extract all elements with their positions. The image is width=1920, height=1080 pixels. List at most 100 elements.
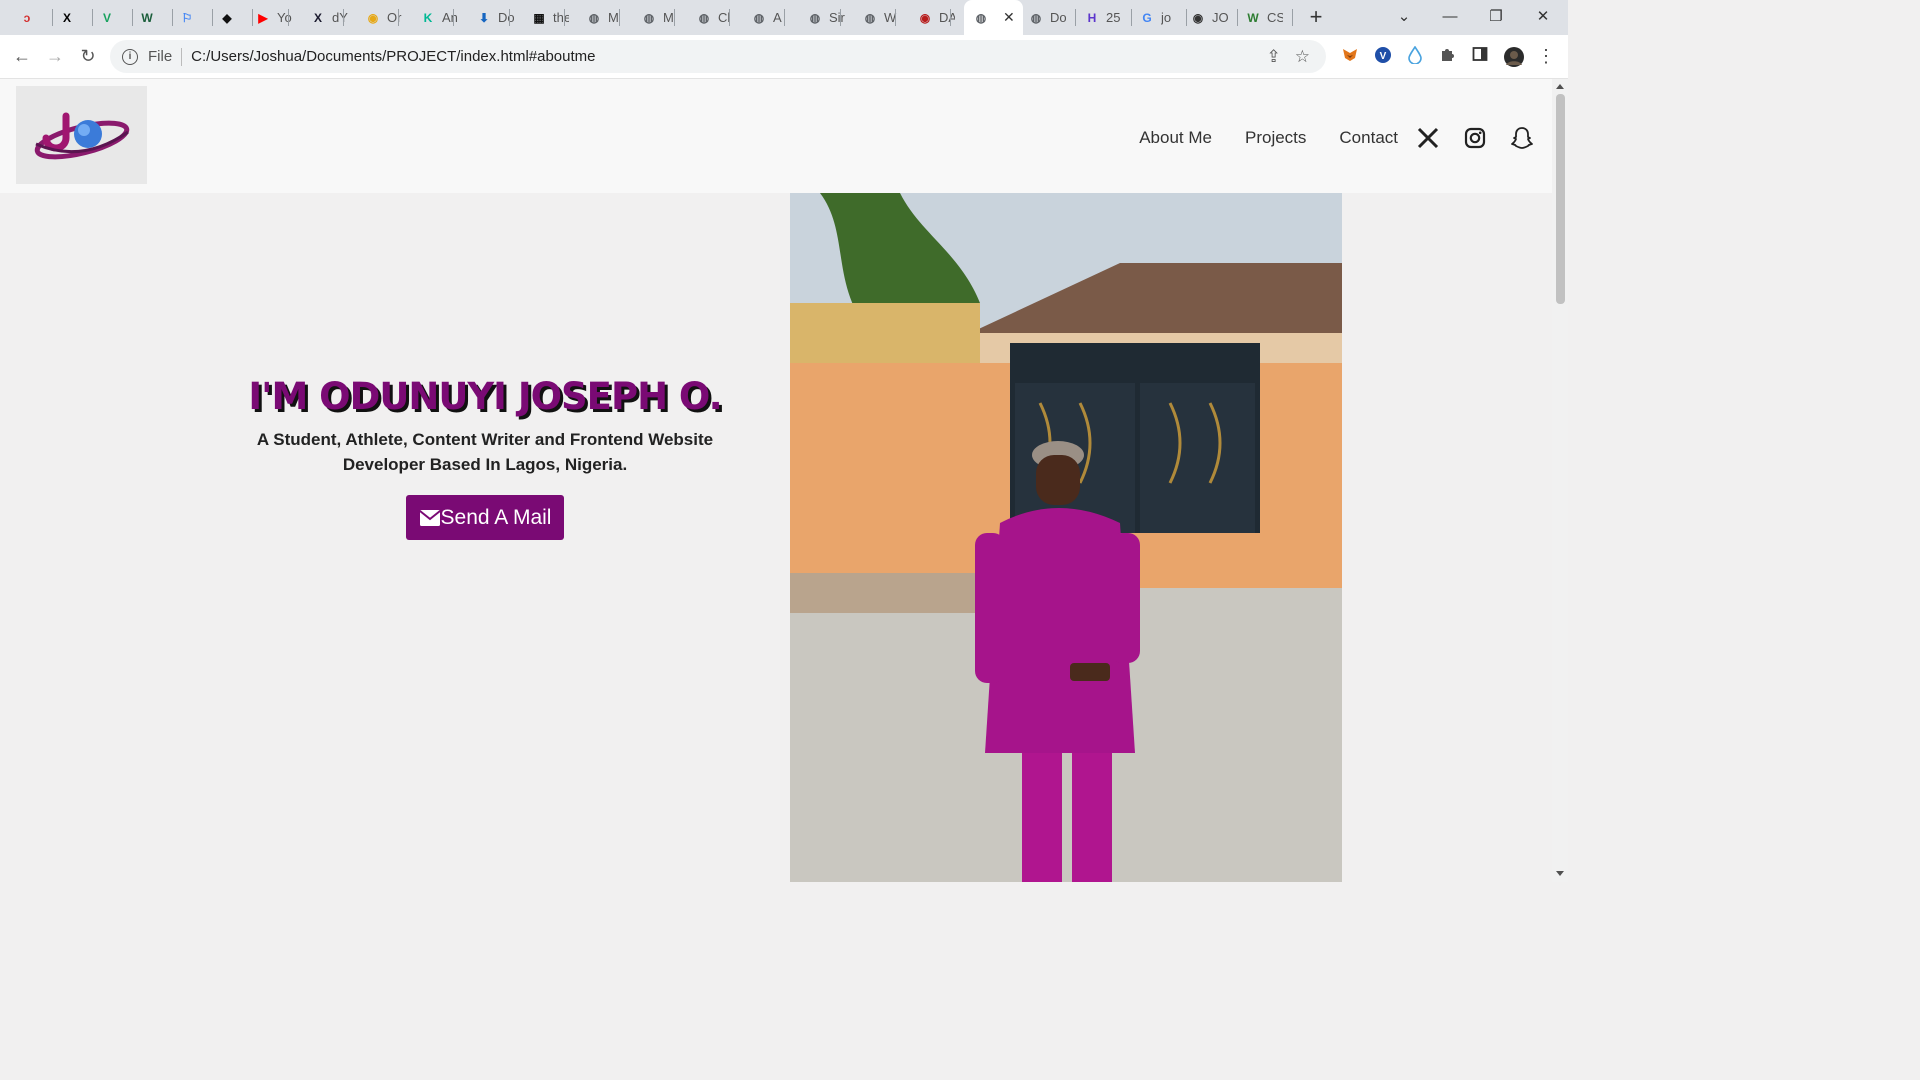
tab-favicon-icon: ⚐ (181, 10, 193, 25)
tab-favicon-icon: W (1247, 10, 1259, 25)
tab-favicon-icon: ◉ (919, 10, 931, 25)
tab-favicon-icon: ◆ (222, 10, 232, 25)
tab-favicon-icon: ◍ (643, 10, 655, 25)
scrollbar-thumb[interactable] (1556, 94, 1565, 304)
tab-favicon-icon: ▶ (258, 10, 268, 25)
close-tab-icon[interactable]: ✕ (1003, 9, 1015, 26)
tab-favicon-icon: X (313, 10, 322, 25)
nav-projects[interactable]: Projects (1245, 128, 1306, 148)
vpn-icon[interactable]: V (1373, 46, 1393, 66)
tab-favicon-icon: ◍ (975, 10, 987, 25)
tab-favicon-icon: ◍ (698, 10, 710, 25)
profile-avatar[interactable] (1503, 46, 1524, 67)
scroll-up-arrow[interactable] (1556, 84, 1564, 89)
close-window-button[interactable]: ✕ (1520, 4, 1566, 30)
browser-tab[interactable]: Gjo (1138, 4, 1177, 31)
scroll-down-arrow[interactable] (1556, 871, 1564, 876)
browser-tab[interactable]: ◍ Do (1027, 4, 1066, 31)
tab-title: Do (1050, 10, 1066, 25)
send-mail-button[interactable]: Send A Mail (405, 495, 565, 540)
url-text[interactable]: C:/Users/Joshua/Documents/PROJECT/index.… (191, 48, 595, 65)
tab-separator (52, 9, 53, 26)
kebab-menu-icon[interactable]: ⋮ (1536, 46, 1556, 66)
tab-separator (895, 9, 896, 26)
tab-title: jo (1161, 10, 1172, 25)
tab-favicon-icon: K (423, 10, 433, 25)
tab-favicon-icon: ◍ (1030, 10, 1042, 25)
tab-favicon-icon: W (141, 10, 153, 25)
tab-separator (509, 9, 510, 26)
tab-title: dY (332, 10, 348, 25)
tab-title: A (773, 10, 782, 25)
tab-list-button[interactable]: ⌄ (1381, 4, 1427, 30)
back-button[interactable]: ← (10, 44, 34, 68)
site-header: About Me Projects Contact (0, 79, 1552, 193)
tab-favicon-icon: ◍ (753, 10, 765, 25)
tab-title: M (663, 10, 674, 25)
share-icon[interactable]: ⇪ (1267, 47, 1281, 67)
tab-separator (453, 9, 454, 26)
hero-section: I'M ODUNUYI JOSEPH O. A Student, Athlete… (196, 375, 774, 540)
tab-separator (132, 9, 133, 26)
browser-tab[interactable]: ◉ JO (1189, 4, 1228, 31)
bookmark-star-icon[interactable]: ☆ (1295, 47, 1310, 67)
tab-title: Sir (829, 10, 845, 25)
tab-title: the (553, 10, 569, 25)
tab-separator (674, 9, 675, 26)
tab-separator (212, 9, 213, 26)
browser-tab[interactable]: W (138, 4, 156, 31)
browser-tab[interactable]: ◆ (218, 4, 236, 31)
tab-favicon-icon: ◉ (1192, 10, 1204, 25)
x-icon[interactable] (1416, 126, 1440, 150)
tab-favicon-icon: ▦ (533, 10, 545, 25)
tab-title: CS (1267, 10, 1283, 25)
puzzle-icon[interactable] (1438, 46, 1458, 66)
browser-tab[interactable]: X (58, 4, 76, 31)
page-scrollbar[interactable] (1552, 79, 1568, 882)
new-tab-button[interactable]: + (1304, 4, 1328, 30)
tab-separator (729, 9, 730, 26)
tab-favicon-icon: H (1087, 10, 1097, 25)
snapchat-icon[interactable] (1510, 126, 1534, 150)
restore-button[interactable]: ❐ (1473, 4, 1519, 30)
forward-button[interactable]: → (43, 44, 67, 68)
tab-favicon-icon: ⬇ (478, 10, 490, 25)
browser-tab[interactable]: V (98, 4, 116, 31)
reload-button[interactable]: ↻ (76, 44, 100, 68)
svg-text:V: V (1380, 51, 1387, 62)
site-info-icon[interactable]: i (122, 48, 138, 65)
active-browser-tab[interactable]: ◍ ✕ (964, 0, 1023, 35)
tab-separator (1237, 9, 1238, 26)
browser-tab[interactable]: ⚐ (178, 4, 196, 31)
site-logo[interactable] (16, 86, 147, 184)
tab-title: Do (498, 10, 514, 25)
send-mail-label: Send A Mail (440, 505, 552, 529)
nav-contact[interactable]: Contact (1339, 128, 1398, 148)
hero-title: I'M ODUNUYI JOSEPH O. (248, 375, 722, 418)
tab-separator (252, 9, 253, 26)
tab-separator (172, 9, 173, 26)
tab-separator (1186, 9, 1187, 26)
tab-separator (784, 9, 785, 26)
sidepanel-icon[interactable] (1470, 46, 1490, 66)
browser-tab[interactable]: H 25 (1083, 4, 1122, 31)
address-bar[interactable]: i File C:/Users/Joshua/Documents/PROJECT… (110, 40, 1326, 73)
nav-about-me[interactable]: About Me (1139, 128, 1212, 148)
minimize-button[interactable]: — (1427, 4, 1473, 30)
tab-separator (288, 9, 289, 26)
omnibox-divider (181, 47, 183, 66)
droplet-icon[interactable] (1405, 45, 1425, 66)
tab-separator (1292, 9, 1293, 26)
instagram-icon[interactable] (1463, 126, 1487, 150)
browser-tab[interactable]: W CS (1244, 4, 1283, 31)
tab-separator (1131, 9, 1132, 26)
browser-tab[interactable]: ↄ (18, 4, 36, 31)
hero-subtitle: A Student, Athlete, Content Writer and F… (256, 430, 714, 474)
metamask-icon[interactable] (1340, 46, 1360, 66)
web-page: About Me Projects Contact I'M ODUNUYI JO… (0, 79, 1552, 882)
tab-separator (1075, 9, 1076, 26)
tab-separator (92, 9, 93, 26)
tab-title: Yo (277, 10, 292, 25)
profile-photo (790, 193, 1342, 882)
tab-favicon-icon: ↄ (23, 10, 31, 25)
